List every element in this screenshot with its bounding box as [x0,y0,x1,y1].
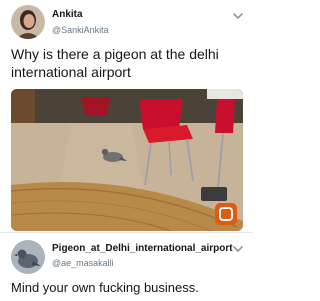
reply-text: Mind your own fucking business. [11,280,199,295]
pigeon-avatar-image [11,240,45,274]
tweet-text: Why is there a pigeon at the delhi inter… [11,46,219,80]
author-name[interactable]: Ankita [52,9,83,20]
chevron-down-icon[interactable] [232,245,244,253]
original-tweet: Ankita @SankiAnkita Why is there a pigeo… [0,0,253,232]
tweet-photo[interactable] [11,89,243,231]
author-avatar-image [11,5,45,39]
reply-author-handle[interactable]: @ae_masakalli [52,258,114,268]
chevron-down-icon[interactable] [232,12,244,20]
pigeon-airport-photo [11,89,243,231]
author-avatar[interactable] [11,5,45,39]
author-handle[interactable]: @SankiAnkita [52,25,109,35]
reply-author-avatar[interactable] [11,240,45,274]
reply-author-name[interactable]: Pigeon_at_Delhi_international_airport [52,243,233,254]
reply-tweet: Pigeon_at_Delhi_international_airport @a… [0,232,253,301]
